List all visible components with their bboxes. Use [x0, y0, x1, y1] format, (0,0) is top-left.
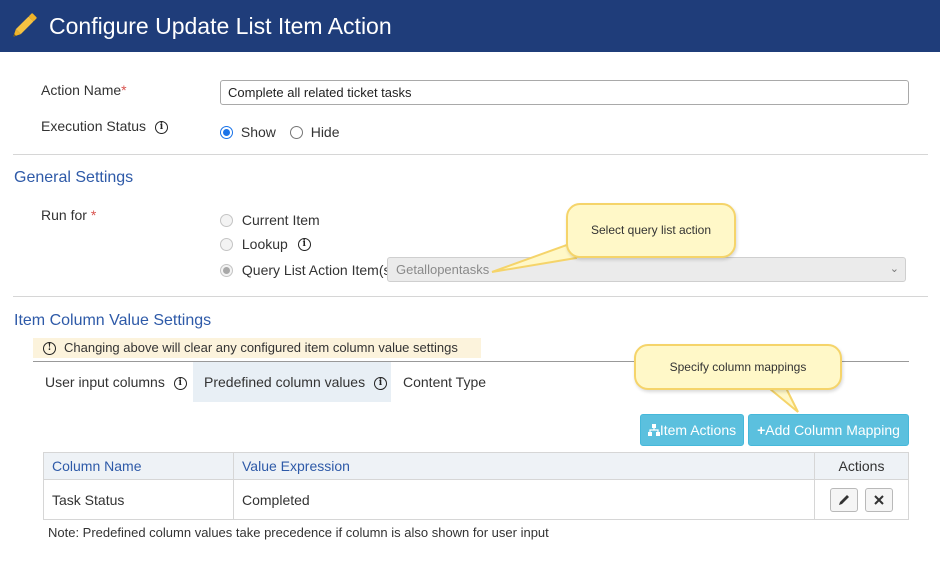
required-mark: *	[121, 82, 127, 98]
execution-status-group: Show Hide	[220, 123, 340, 140]
current-item-label: Current Item	[241, 212, 320, 229]
current-item-radio[interactable]	[220, 213, 233, 227]
tab-user-input-columns[interactable]: User input columns i	[33, 362, 193, 402]
table-row: Task Status Completed	[43, 479, 909, 520]
run-for-lookup[interactable]: Lookup i	[220, 235, 311, 252]
column-header: Value Expression	[233, 452, 815, 480]
pencil-icon	[13, 13, 37, 37]
lookup-label: Lookup	[241, 236, 288, 253]
column-mapping-table: Column Name Value Expression Actions Tas…	[43, 452, 909, 520]
query-list-radio[interactable]	[220, 263, 233, 277]
add-column-mapping-button[interactable]: +Add Column Mapping	[748, 414, 909, 446]
item-actions-button[interactable]: Item Actions	[640, 414, 744, 446]
hide-radio[interactable]	[289, 125, 303, 139]
divider	[13, 296, 928, 297]
pencil-icon	[838, 494, 849, 505]
callout-column-mappings: Specify column mappings	[634, 344, 842, 390]
hide-radio-label: Hide	[310, 124, 340, 141]
action-name-label: Action Name*	[41, 82, 127, 98]
divider	[13, 154, 928, 155]
callout-select-query: Select query list action	[566, 203, 736, 258]
dialog-title: Configure Update List Item Action	[49, 13, 392, 39]
general-settings-title: General Settings	[14, 169, 134, 186]
query-list-select[interactable]: Getallopentasks ⌄	[387, 257, 906, 282]
run-for-current-item[interactable]: Current Item	[220, 211, 320, 228]
show-radio[interactable]	[220, 125, 233, 139]
sitemap-icon	[647, 424, 660, 436]
item-column-title: Item Column Value Settings	[14, 312, 212, 329]
show-radio-label: Show	[240, 124, 276, 141]
info-icon[interactable]: i	[173, 376, 187, 390]
required-mark: *	[90, 207, 97, 223]
info-icon: !	[43, 342, 56, 356]
execution-status-label: Execution Status i	[41, 118, 168, 134]
delete-button[interactable]	[865, 487, 894, 512]
run-for-label: Run for *	[41, 207, 97, 223]
lookup-radio[interactable]	[220, 237, 233, 251]
info-icon[interactable]: i	[297, 237, 311, 251]
warning-banner: ! Changing above will clear any configure…	[33, 338, 481, 358]
column-name-cell: Task Status	[43, 479, 234, 520]
query-list-label: Query List Action Item(s)	[241, 262, 396, 279]
dialog-header: Configure Update List Item Action	[0, 0, 940, 52]
edit-button[interactable]	[829, 487, 858, 512]
value-expression-cell: Completed	[233, 479, 815, 520]
info-icon[interactable]: i	[154, 120, 168, 134]
note-text: Note: Predefined column values take prec…	[48, 525, 549, 540]
info-icon[interactable]: i	[374, 376, 387, 390]
table-header-row: Column Name Value Expression Actions	[43, 452, 909, 480]
tab-predefined-column-values[interactable]: Predefined column values i	[193, 362, 391, 402]
close-icon	[874, 494, 885, 505]
run-for-query-list[interactable]: Query List Action Item(s)	[220, 261, 395, 278]
chevron-down-icon: ⌄	[889, 263, 899, 275]
column-header: Actions	[814, 452, 909, 480]
actions-cell	[814, 479, 909, 520]
column-header: Column Name	[43, 452, 234, 480]
tab-content-type[interactable]: Content Type	[391, 362, 501, 402]
action-name-input[interactable]: Complete all related ticket tasks	[220, 80, 909, 105]
